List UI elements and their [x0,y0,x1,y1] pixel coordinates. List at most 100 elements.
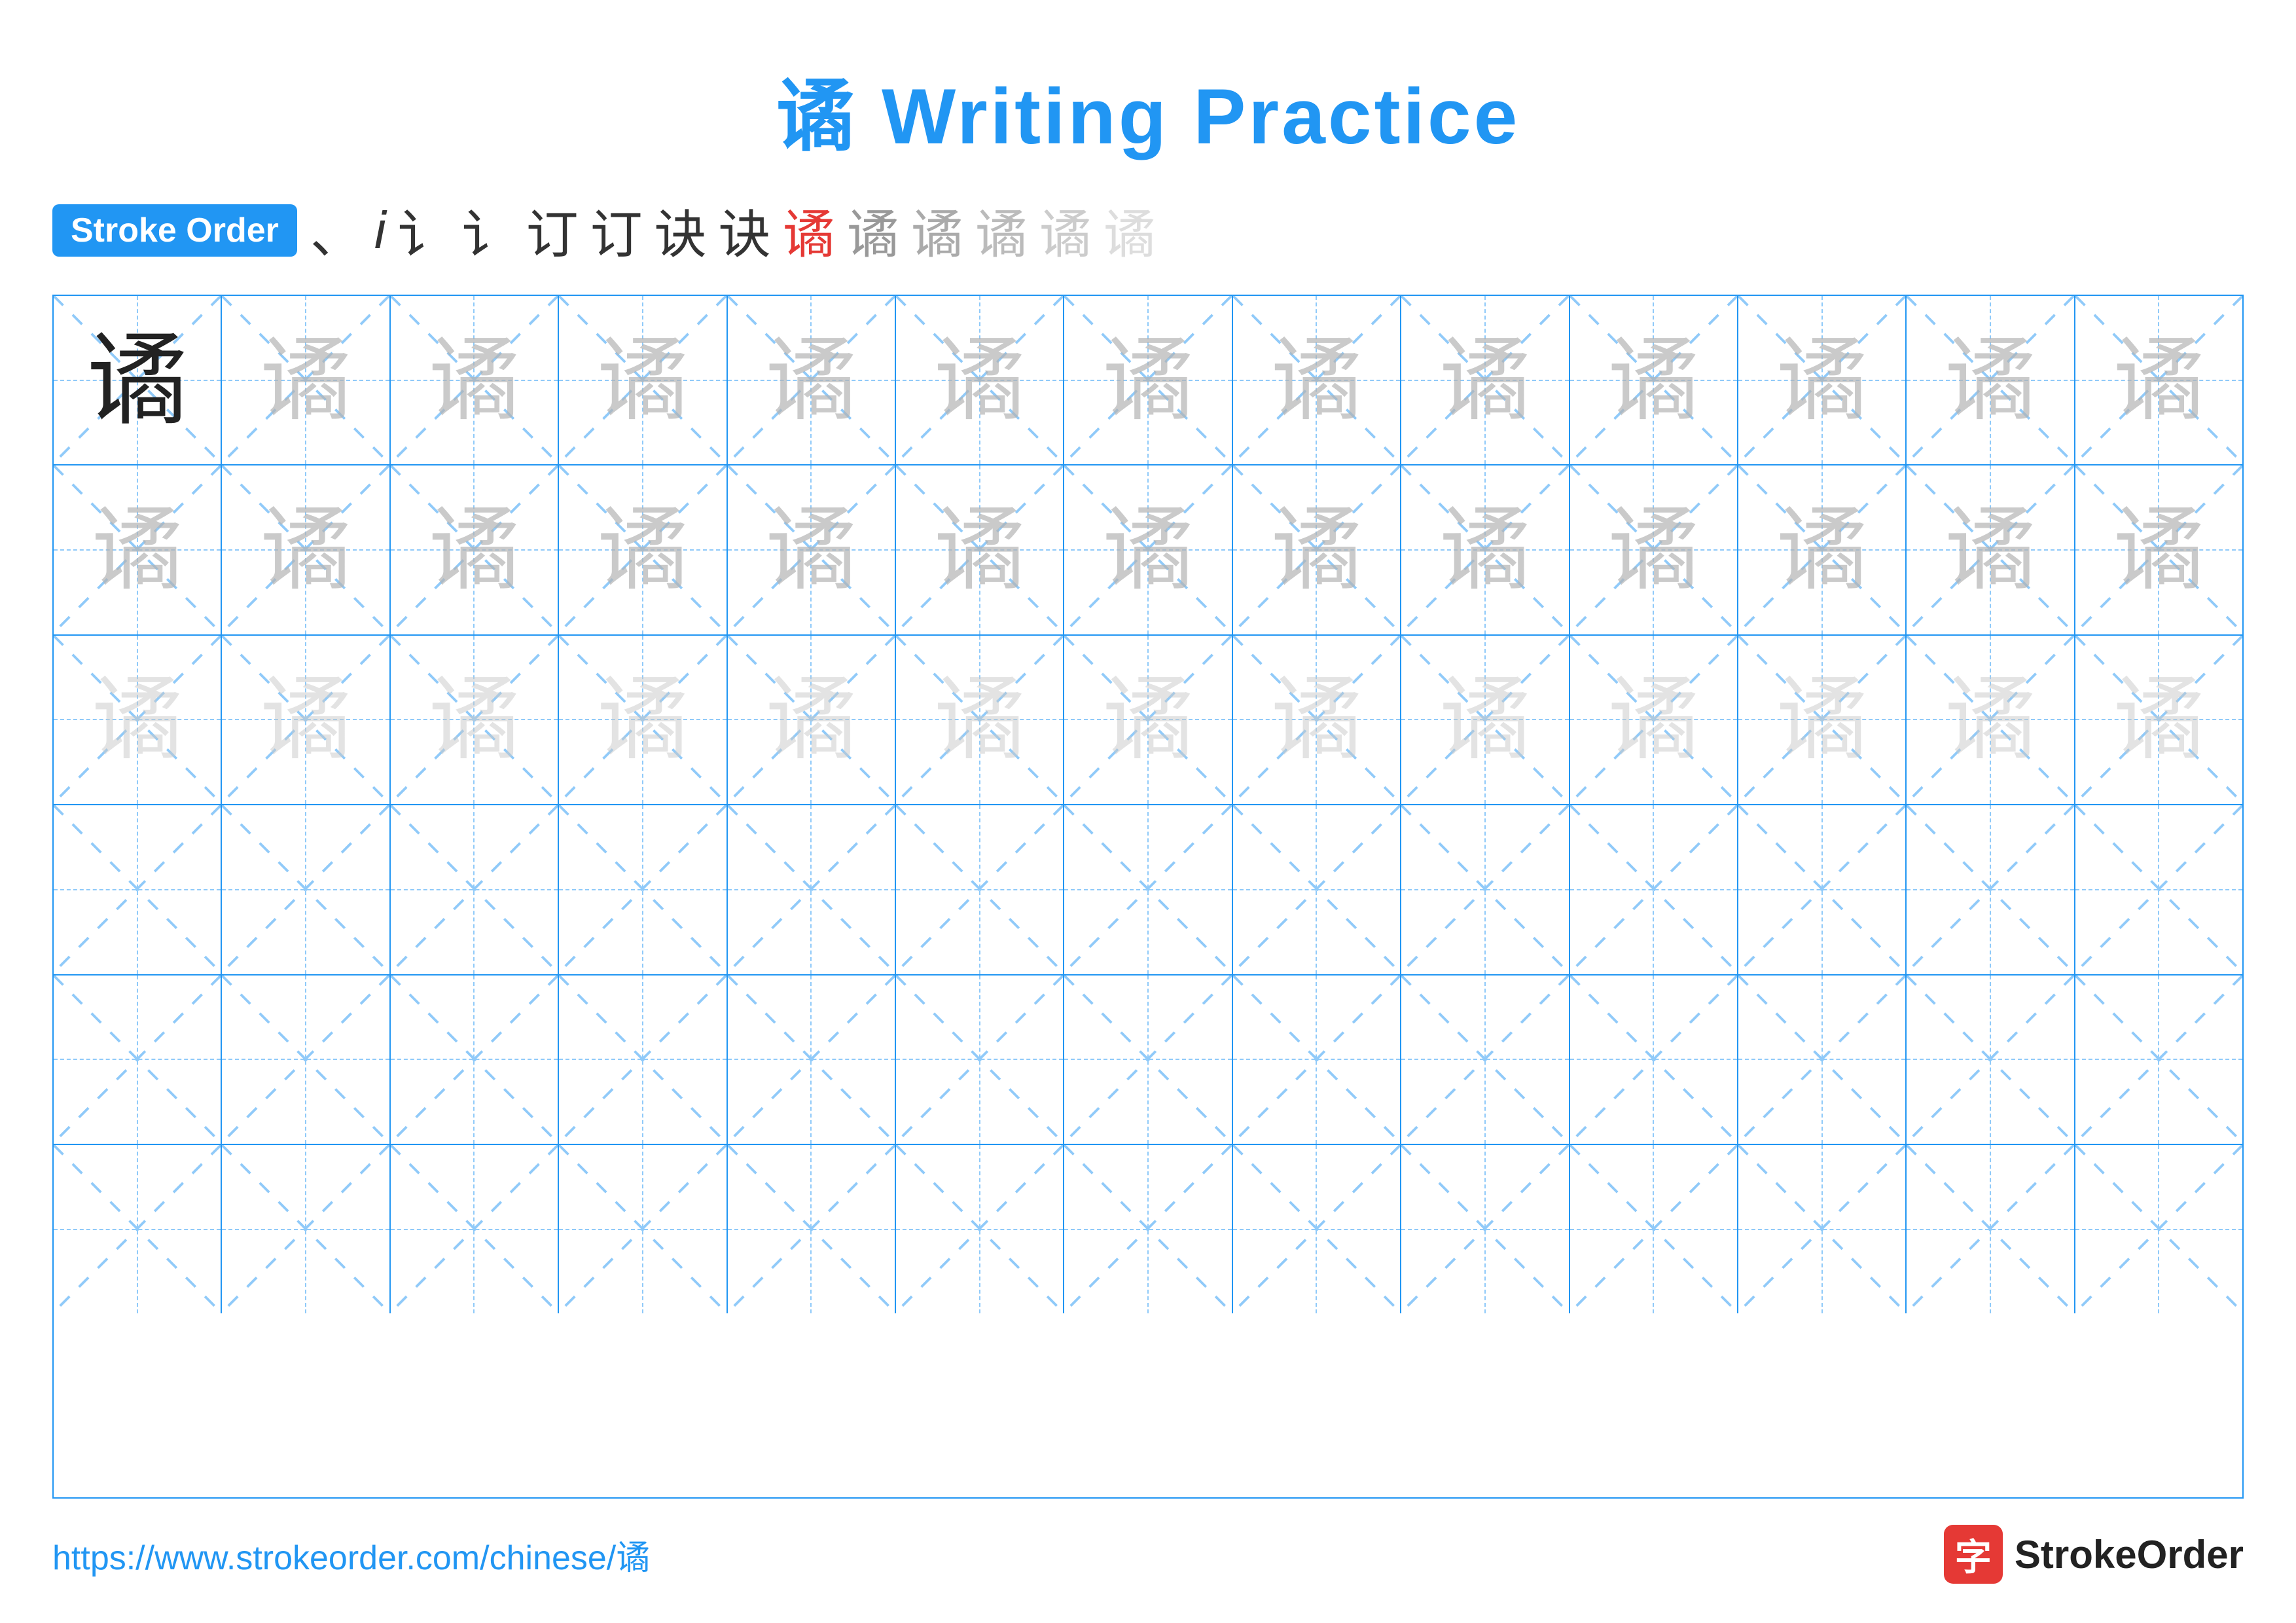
cell-5-12 [1907,976,2075,1144]
stroke-14: 谲 [1103,192,1156,268]
cell-5-3 [391,976,559,1144]
grid-row-4 [54,805,2242,975]
cell-5-6 [896,976,1064,1144]
cell-4-4 [559,805,727,974]
cell-3-11: 谲 [1738,636,1907,804]
stroke-8: 诀 [719,192,771,268]
logo-text: StrokeOrder [2015,1532,2244,1577]
cell-5-1 [54,976,222,1144]
stroke-11: 谲 [911,192,963,268]
char-light: 谲 [934,504,1026,596]
cell-3-2: 谲 [222,636,390,804]
char-light: 谲 [1270,335,1362,426]
char-light: 谲 [2113,504,2204,596]
cell-5-11 [1738,976,1907,1144]
cell-6-10 [1570,1145,1738,1313]
char-light: 谲 [1607,335,1699,426]
char-light: 谲 [428,335,520,426]
char-lighter: 谲 [1607,674,1699,765]
cell-4-13 [2075,805,2242,974]
char-light: 谲 [1439,504,1531,596]
cell-3-1: 谲 [54,636,222,804]
char-light: 谲 [597,335,689,426]
char-light: 谲 [1102,504,1194,596]
cell-2-2: 谲 [222,465,390,634]
practice-grid: 谲 谲 谲 谲 谲 谲 谲 [52,295,2244,1499]
cell-2-8: 谲 [1233,465,1401,634]
cell-3-7: 谲 [1064,636,1232,804]
cell-4-1 [54,805,222,974]
stroke-6: 订 [590,192,643,268]
cell-6-2 [222,1145,390,1313]
char-light: 谲 [1607,504,1699,596]
cell-5-13 [2075,976,2242,1144]
cell-2-5: 谲 [728,465,896,634]
stroke-3: 讠 [398,192,450,268]
cell-4-7 [1064,805,1232,974]
char-light: 谲 [1102,335,1194,426]
char-light: 谲 [1776,504,1868,596]
cell-6-13 [2075,1145,2242,1313]
stroke-order-badge: Stroke Order [52,204,297,257]
cell-2-11: 谲 [1738,465,1907,634]
cell-3-5: 谲 [728,636,896,804]
cell-1-10: 谲 [1570,296,1738,464]
cell-1-7: 谲 [1064,296,1232,464]
char-lighter: 谲 [2113,674,2204,765]
page: 谲 Writing Practice Stroke Order 、 i 讠 讠 … [0,0,2296,1623]
cell-1-12: 谲 [1907,296,2075,464]
cell-4-6 [896,805,1064,974]
footer-url[interactable]: https://www.strokeorder.com/chinese/谲 [52,1530,650,1579]
char-lighter: 谲 [765,674,857,765]
logo-icon: 字 [1944,1525,2003,1584]
char-lighter: 谲 [1776,674,1868,765]
stroke-5: 订 [526,192,579,268]
cell-4-11 [1738,805,1907,974]
footer: https://www.strokeorder.com/chinese/谲 字 … [52,1525,2244,1584]
cell-2-6: 谲 [896,465,1064,634]
cell-4-3 [391,805,559,974]
char-light: 谲 [260,504,351,596]
char-lighter: 谲 [92,674,183,765]
cell-2-9: 谲 [1401,465,1570,634]
char-dark: 谲 [86,329,188,431]
char-light: 谲 [1945,335,2036,426]
stroke-order-row: Stroke Order 、 i 讠 讠 订 订 诀 诀 谲 谲 谲 谲 谲 谲 [52,192,2244,268]
cell-3-12: 谲 [1907,636,2075,804]
stroke-chars: 、 i 讠 讠 订 订 诀 诀 谲 谲 谲 谲 谲 谲 [310,192,1156,268]
cell-2-1: 谲 [54,465,222,634]
cell-3-4: 谲 [559,636,727,804]
cell-4-5 [728,805,896,974]
stroke-1: 、 [310,192,363,268]
char-light: 谲 [1439,335,1531,426]
grid-row-3: 谲 谲 谲 谲 谲 谲 谲 [54,636,2242,805]
char-light: 谲 [1270,504,1362,596]
char-light: 谲 [92,504,183,596]
cell-4-12 [1907,805,2075,974]
logo-char: 字 [1955,1528,1992,1581]
cell-2-7: 谲 [1064,465,1232,634]
stroke-12: 谲 [975,192,1028,268]
char-light: 谲 [260,335,351,426]
footer-logo: 字 StrokeOrder [1944,1525,2244,1584]
cell-6-7 [1064,1145,1232,1313]
char-light: 谲 [1945,504,2036,596]
cell-2-10: 谲 [1570,465,1738,634]
cell-6-5 [728,1145,896,1313]
cell-2-4: 谲 [559,465,727,634]
cell-3-9: 谲 [1401,636,1570,804]
cell-1-5: 谲 [728,296,896,464]
stroke-2: i [374,200,386,261]
char-lighter: 谲 [428,674,520,765]
cell-3-3: 谲 [391,636,559,804]
char-light: 谲 [597,504,689,596]
cell-6-8 [1233,1145,1401,1313]
stroke-4: 讠 [462,192,514,268]
cell-2-13: 谲 [2075,465,2242,634]
cell-1-2: 谲 [222,296,390,464]
page-title: 谲 Writing Practice [776,52,1520,166]
grid-row-2: 谲 谲 谲 谲 谲 谲 谲 [54,465,2242,635]
cell-1-11: 谲 [1738,296,1907,464]
cell-5-7 [1064,976,1232,1144]
char-lighter: 谲 [597,674,689,765]
